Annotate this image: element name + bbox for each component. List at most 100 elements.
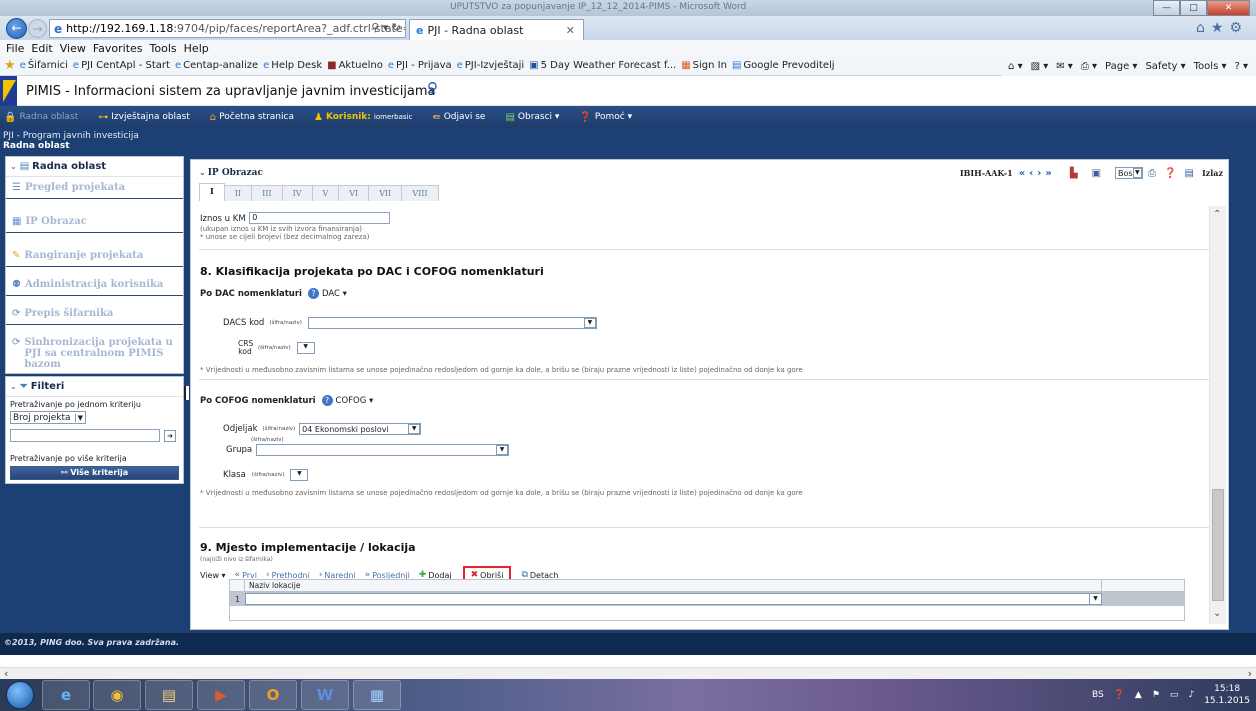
tab-ii[interactable]: II (223, 185, 253, 201)
favorites-star-icon[interactable]: ★ (4, 58, 16, 73)
fav-centapl[interactable]: e PJI CentApl - Start (73, 60, 170, 71)
maximize-button[interactable]: □ (1180, 0, 1207, 16)
menu-view[interactable]: View (60, 42, 86, 55)
horizontal-scrollbar[interactable]: ‹ › (0, 667, 1256, 680)
page-menu[interactable]: Page ▾ (1105, 61, 1137, 72)
filter-head[interactable]: ⌄ ⏷ Filteri (6, 377, 183, 397)
collapse-icon[interactable]: ⌄ (10, 382, 17, 391)
taskbar-explorer[interactable]: ▤ (145, 680, 193, 710)
panel-splitter[interactable] (184, 386, 189, 400)
klasa-select[interactable]: ▼ (290, 469, 309, 481)
scroll-up-icon[interactable]: ⌃ (1213, 209, 1221, 220)
dac-menu[interactable]: DAC ▾ (322, 289, 347, 299)
browser-tab[interactable]: e PJI - Radna oblast ✕ (409, 19, 584, 40)
fav-help-desk[interactable]: e Help Desk (263, 60, 322, 71)
tools-menu[interactable]: Tools ▾ (1194, 61, 1227, 72)
back-button[interactable]: ← (6, 18, 27, 39)
print-icon[interactable]: ⎙ (1148, 168, 1156, 179)
scroll-thumb[interactable] (1212, 489, 1224, 601)
menu-file[interactable]: File (6, 42, 24, 55)
safety-menu[interactable]: Safety ▾ (1145, 61, 1185, 72)
fav-sifarnici[interactable]: e Šifarnici (20, 60, 68, 71)
network-icon[interactable]: ▭ (1170, 690, 1179, 700)
dacs-select[interactable]: ▼ (307, 317, 597, 329)
sidebar-item-ip-obrazac[interactable]: ▦ IP Obrazac (6, 199, 183, 233)
sidebar-item-administracija[interactable]: ⚉ Administracija korisnika (6, 267, 183, 296)
start-button[interactable] (6, 681, 34, 709)
naziv-lokacije-select[interactable]: ▼ (245, 593, 1102, 605)
vertical-scrollbar[interactable]: ⌃ ⌄ (1209, 206, 1226, 624)
odjeljak-select[interactable]: 04 Ekonomski poslovi ▼ (299, 423, 422, 435)
first-record-icon[interactable]: « (1019, 168, 1025, 179)
toolbar-pomoc[interactable]: ❓ Pomoć ▾ (579, 112, 632, 123)
help-icon[interactable]: ❓ (1164, 168, 1176, 179)
tab-vi[interactable]: VI (338, 185, 370, 201)
search-refresh-icons[interactable]: ⚲ ▾ ↻ (371, 21, 401, 34)
tab-i[interactable]: I (199, 183, 225, 201)
grupa-select[interactable]: ▼ (256, 444, 510, 456)
clock[interactable]: 15:18 15.1.2015 (1204, 683, 1250, 707)
fav-sign-in[interactable]: ▦ Sign In (681, 60, 727, 71)
menu-favorites[interactable]: Favorites (93, 42, 143, 55)
sidebar-head[interactable]: ⌄ ▤ Radna oblast (6, 157, 183, 177)
crs-select[interactable]: ▼ (296, 342, 315, 354)
home-icon[interactable]: ⌂ ▾ (1008, 61, 1023, 72)
fav-pji-izvjestaji[interactable]: e PJI-Izvještaji (457, 60, 525, 71)
exit-icon[interactable]: ▤ (1184, 168, 1193, 179)
form-scroll-area[interactable]: Iznos u KM 0 (ukupan iznos u KM iz svih … (199, 206, 1209, 624)
sidebar-item-rangiranje[interactable]: ✎ Rangiranje projekata (6, 233, 183, 267)
tab-viii[interactable]: VIII (401, 185, 439, 201)
print-icon[interactable]: ⎙ ▾ (1081, 61, 1097, 72)
address-bar[interactable]: e http://192.169.1.18:9704/pip/faces/rep… (49, 19, 406, 38)
column-header-naziv-lokacije[interactable]: Naziv lokacije (245, 580, 1102, 592)
language-indicator[interactable]: BS (1092, 690, 1104, 700)
language-select[interactable]: Bos ▼ (1115, 167, 1144, 179)
prev-record-icon[interactable]: ‹ (1029, 168, 1033, 179)
fav-pji-prijava[interactable]: e PJI - Prijava (388, 60, 452, 71)
help-tray-icon[interactable]: ❓ (1114, 690, 1125, 700)
cofog-menu[interactable]: COFOG ▾ (336, 396, 374, 406)
forward-button[interactable]: → (28, 19, 47, 38)
help-icon[interactable]: ? ▾ (1234, 61, 1248, 72)
criteria-select[interactable]: Broj projekta ▼ (10, 411, 86, 424)
fav-weather[interactable]: ▣ 5 Day Weather Forecast f... (529, 60, 676, 71)
view-menu[interactable]: View ▾ (200, 571, 226, 580)
show-hidden-icons[interactable]: ▲ (1135, 690, 1142, 700)
tab-vii[interactable]: VII (368, 185, 403, 201)
minimize-button[interactable]: — (1153, 0, 1180, 16)
help-icon[interactable]: ? (321, 395, 333, 406)
feeds-icon[interactable]: ▧ ▾ (1031, 61, 1049, 72)
volume-icon[interactable]: ♪ (1188, 690, 1194, 700)
bookmark-icon[interactable]: ▙ (1070, 168, 1078, 179)
exit-link[interactable]: Izlaz (1202, 168, 1223, 178)
sidebar-item-prepis-sifarnika[interactable]: ⟳ Prepis šifarnika (6, 296, 183, 325)
taskbar-window[interactable]: ▦ (353, 680, 401, 710)
mail-icon[interactable]: ✉ ▾ (1056, 61, 1073, 72)
toolbar-izvjestajna-oblast[interactable]: ⊶ Izvještajna oblast (98, 112, 190, 123)
tab-close-icon[interactable]: ✕ (566, 24, 575, 37)
toolbar-pocetna-stranica[interactable]: ⌂ Početna stranica (210, 112, 294, 123)
more-criteria-button[interactable]: ⚯ Više kriterija (10, 466, 179, 480)
taskbar-media[interactable]: ▶ (197, 680, 245, 710)
tab-v[interactable]: V (311, 185, 340, 201)
fav-centap-analize[interactable]: e Centap-analize (175, 60, 258, 71)
menu-tools[interactable]: Tools (150, 42, 177, 55)
search-input[interactable] (10, 429, 160, 442)
flag-tray-icon[interactable]: ⚑ (1152, 690, 1160, 700)
save-icon[interactable]: ▣ (1092, 168, 1101, 179)
toolbar-obrasci[interactable]: ▤ Obrasci ▾ (505, 112, 559, 123)
next-record-icon[interactable]: › (1037, 168, 1041, 179)
amount-input[interactable]: 0 (249, 212, 391, 224)
breadcrumb-program[interactable]: PJI - Program javnih investicija (3, 131, 139, 141)
toolbar-odjavi-se[interactable]: ⇚ Odjavi se (432, 112, 485, 123)
taskbar-chrome[interactable]: ◉ (93, 680, 141, 710)
search-go-button[interactable]: ➜ (164, 429, 176, 442)
menu-edit[interactable]: Edit (31, 42, 52, 55)
table-row[interactable]: 1 ▼ (230, 592, 1184, 606)
sidebar-item-sinhronizacija[interactable]: ⟳ Sinhronizacija projekata u PJI sa centr… (6, 325, 183, 375)
scroll-down-icon[interactable]: ⌄ (1213, 608, 1221, 619)
taskbar-word[interactable]: W (301, 680, 349, 710)
tab-iii[interactable]: III (251, 185, 283, 201)
toolbar-radna-oblast[interactable]: 🔒 Radna oblast (4, 112, 78, 123)
tab-iv[interactable]: IV (281, 185, 313, 201)
